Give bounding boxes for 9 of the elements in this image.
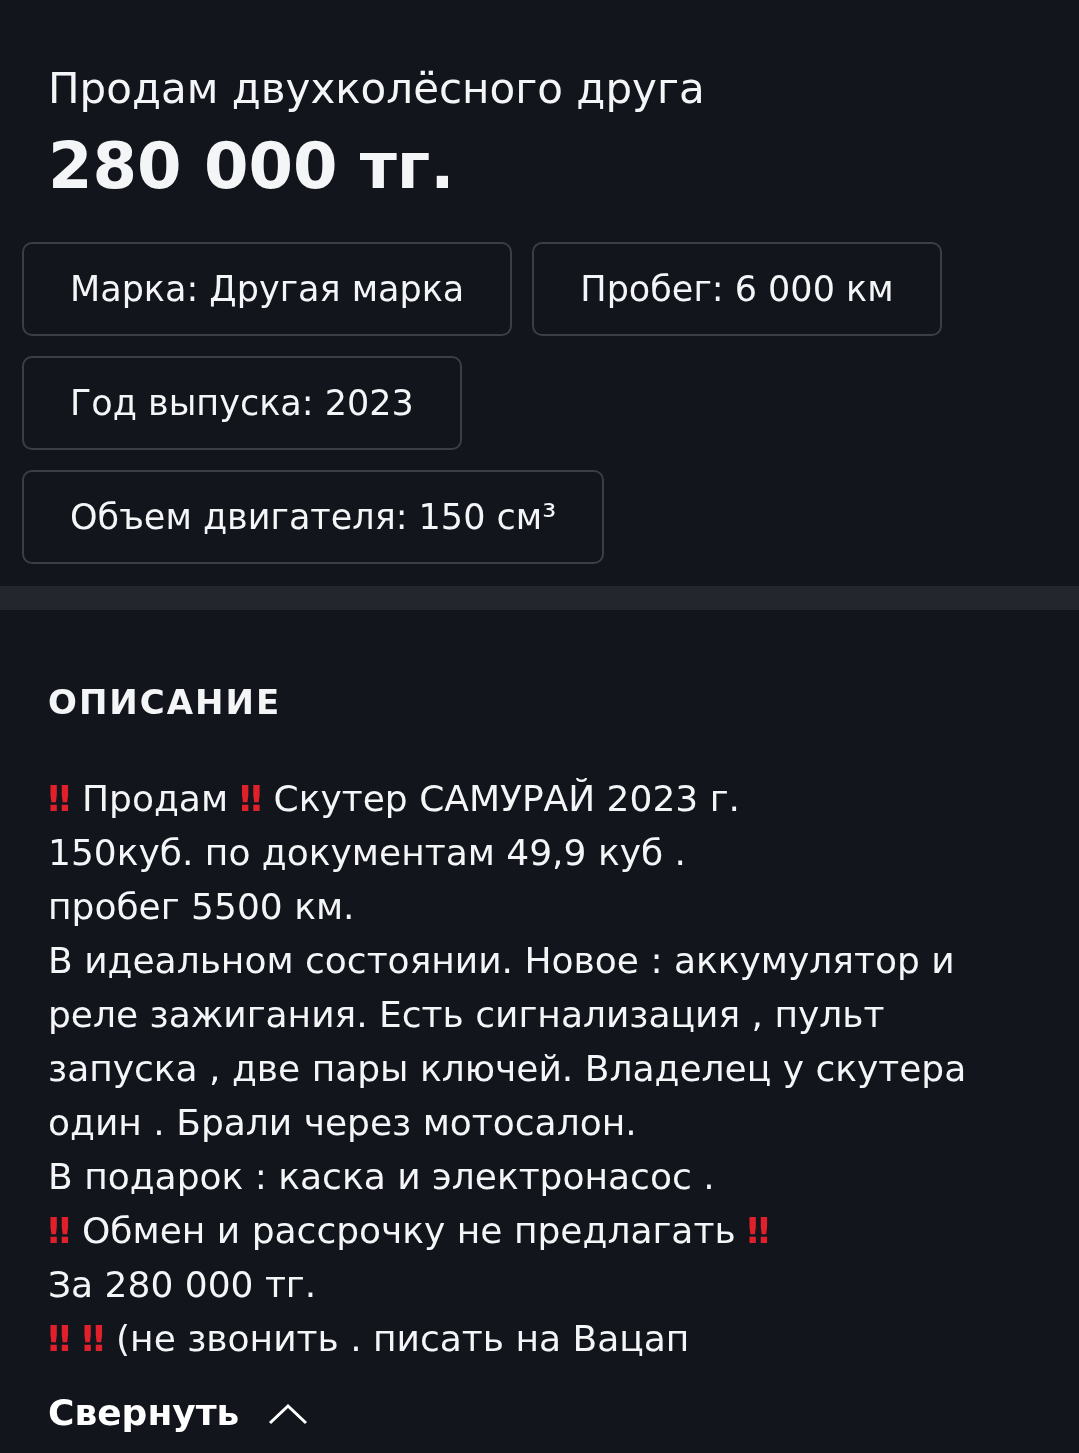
description-text: ‼ Продам ‼ Скутер САМУРАЙ 2023 г. 150куб. по документам 49,9 куб . пробег 5500 км. В идеальном состоянии. Новое : аккумулятор и реле зажигания. Есть сигнализация , пульт запуска , две пары ключей. Владелец у скутера один . Брали через мотосалон. В подарок : каска и электронасос . ‼ Обмен и рассрочку не предлагать ‼ За 280 000 тг. ‼ ‼ (не звонить . писать на Вацап xyxy=(48,777,968,1361)
spec-chip: Пробег: 6 000 км xyxy=(532,242,942,336)
collapse-button[interactable]: Свернуть xyxy=(48,1392,310,1433)
section-heading: ОПИСАНИЕ xyxy=(48,682,283,722)
spec-chip: Объем двигателя: 150 см³ xyxy=(22,470,605,564)
listing-title: Продам двухколёсного друга xyxy=(48,63,706,115)
spec-chip: Марка: Другая марка xyxy=(22,242,513,336)
spec-chip: Год выпуска: 2023 xyxy=(22,356,462,450)
listing-price: 280 000 тг. xyxy=(48,128,456,205)
